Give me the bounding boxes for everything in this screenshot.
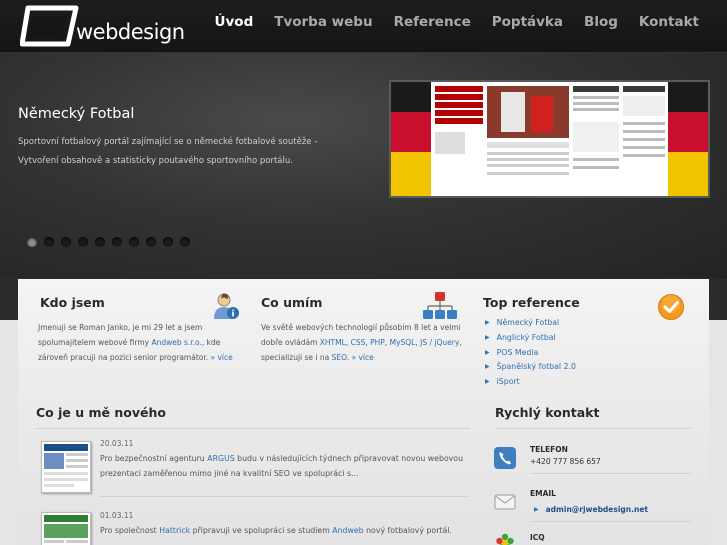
header: webdesign Úvod Tvorba webu Reference Pop… — [0, 0, 727, 53]
about-text: Jmenuji se Roman Janko, je mi 29 let a j… — [38, 320, 242, 365]
news-divider — [100, 496, 470, 497]
reference-item[interactable]: Španělský fotbal 2.0 — [485, 362, 576, 377]
news-text: Pro bezpečnostní agenturu ARGUS budu v n… — [100, 451, 466, 481]
news-thumbnail[interactable] — [41, 441, 91, 493]
slider-dot-10[interactable] — [180, 237, 190, 247]
hattrick-link[interactable]: Hattrick — [159, 526, 190, 535]
slider-dot-4[interactable] — [78, 237, 88, 247]
news-title: Co je u mě nového — [36, 405, 166, 420]
news-thumbnail-image — [42, 513, 90, 545]
email-icon — [494, 494, 516, 510]
slider-dot-1[interactable] — [27, 237, 37, 247]
email-value: ▶ admin@rjwebdesign.net — [534, 505, 648, 514]
icq-flower-icon — [496, 533, 514, 545]
seo-link[interactable]: SEO — [332, 353, 347, 362]
reference-item[interactable]: iSport — [485, 377, 576, 392]
email-link[interactable]: admin@rjwebdesign.net — [546, 505, 648, 514]
slider-dot-5[interactable] — [95, 237, 105, 247]
js-jquery-link[interactable]: JS / jQuery — [420, 338, 459, 347]
contact-divider — [530, 473, 691, 474]
news-thumbnail[interactable] — [41, 512, 91, 545]
skills-title: Co umím — [261, 295, 323, 310]
news-text: Pro společnost Hattrick připravuji ve sp… — [100, 523, 466, 538]
nav-item-uvod[interactable]: Úvod — [215, 14, 254, 30]
checkmark-badge-icon — [658, 294, 684, 320]
slide-title: Německý Fotbal — [18, 106, 135, 122]
page: webdesign Úvod Tvorba webu Reference Pop… — [0, 0, 727, 545]
news-text-part: nový fotbalový portál. — [363, 526, 452, 535]
slider-dot-2[interactable] — [44, 237, 54, 247]
slider-dot-3[interactable] — [61, 237, 71, 247]
news-divider — [36, 428, 470, 429]
xhtml-link[interactable]: XHTML — [320, 338, 346, 347]
contact-title: Rychlý kontakt — [495, 405, 600, 420]
news-date: 20.03.11 — [100, 439, 134, 448]
slide-description: Sportovní fotbalový portál zajímající se… — [18, 137, 318, 166]
website-preview-image — [391, 82, 708, 196]
content-panel: Kdo jsem i Jmenuji se Roman Janko, je mi… — [18, 279, 709, 545]
news-text-part: Pro společnost — [100, 526, 160, 535]
nav-item-poptavka[interactable]: Poptávka — [492, 14, 563, 30]
svg-text:i: i — [231, 310, 234, 320]
slider: Německý Fotbal Sportovní fotbalový portá… — [0, 53, 727, 278]
slide-screenshot[interactable] — [389, 80, 710, 198]
logo-mark-icon — [20, 5, 79, 47]
logo-text: webdesign — [76, 20, 185, 44]
news-thumbnail-image — [42, 442, 90, 492]
reference-item[interactable]: Německý Fotbal — [485, 318, 576, 333]
nav-item-tvorba-webu[interactable]: Tvorba webu — [274, 14, 372, 30]
phone-label: TELEFON — [530, 445, 568, 454]
contact-divider — [495, 428, 691, 429]
main-nav: Úvod Tvorba webu Reference Poptávka Blog… — [194, 14, 699, 30]
contact-divider — [530, 521, 691, 522]
phone-icon — [494, 447, 516, 469]
slider-dot-8[interactable] — [146, 237, 156, 247]
andweb-link[interactable]: Andweb s.r.o. — [151, 338, 201, 347]
top-reference-list: Německý Fotbal Anglický Fotbal POS Media… — [485, 318, 576, 392]
user-info-icon: i — [214, 293, 239, 320]
phone-number: +420 777 856 657 — [530, 457, 601, 466]
email-arrow-icon: ▶ — [534, 506, 539, 513]
argus-link[interactable]: ARGUS — [207, 454, 234, 463]
slider-dots — [27, 237, 197, 247]
css-link[interactable]: CSS — [351, 338, 366, 347]
email-label: EMAIL — [530, 489, 556, 498]
reference-item[interactable]: POS Media — [485, 348, 576, 363]
logo[interactable]: webdesign — [20, 4, 185, 50]
nav-item-blog[interactable]: Blog — [584, 14, 618, 30]
slider-dot-9[interactable] — [163, 237, 173, 247]
php-link[interactable]: PHP — [370, 338, 385, 347]
news-text-part: připravuji ve spolupráci se studiem — [190, 526, 333, 535]
news-date: 01.03.11 — [100, 511, 134, 520]
sitemap-icon — [423, 292, 457, 319]
skills-text: Ve světě webových technologií působím 8 … — [261, 320, 465, 365]
mysql-link[interactable]: MySQL — [390, 338, 416, 347]
nav-item-kontakt[interactable]: Kontakt — [639, 14, 699, 30]
slider-dot-6[interactable] — [112, 237, 122, 247]
top-reference-title: Top reference — [483, 295, 580, 310]
about-more-link[interactable]: » více — [211, 353, 233, 362]
reference-item[interactable]: Anglický Fotbal — [485, 333, 576, 348]
news-text-part: Pro bezpečnostní agenturu — [100, 454, 208, 463]
icq-label: ICQ — [530, 533, 545, 542]
content-area: Kdo jsem i Jmenuji se Roman Janko, je mi… — [0, 278, 727, 545]
skills-more-link[interactable]: » více — [352, 353, 374, 362]
nav-item-reference[interactable]: Reference — [394, 14, 471, 30]
about-title: Kdo jsem — [40, 295, 105, 310]
slider-dot-7[interactable] — [129, 237, 139, 247]
andweb-link[interactable]: Andweb — [332, 526, 363, 535]
